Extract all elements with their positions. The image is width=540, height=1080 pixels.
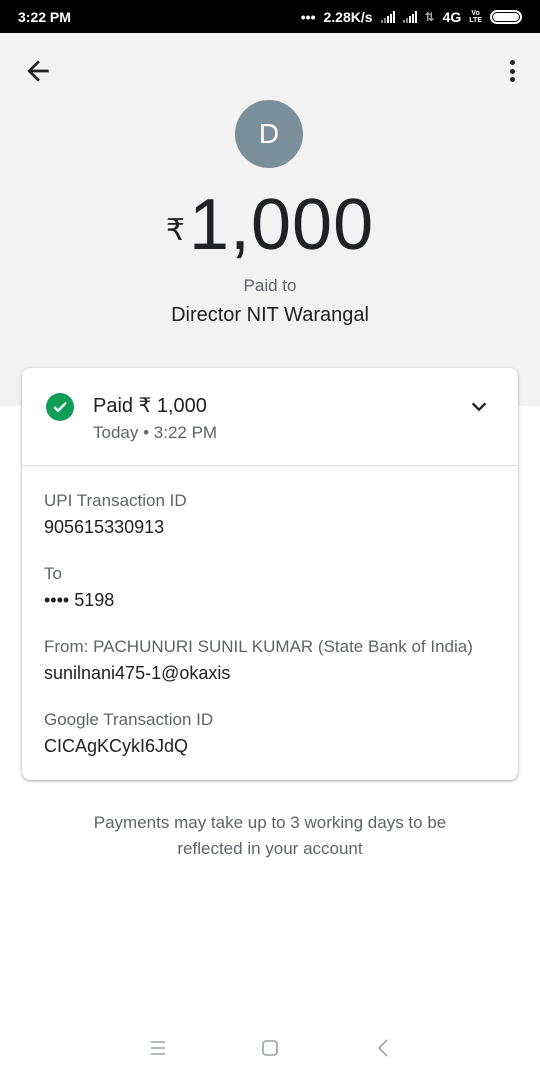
avatar: D <box>235 100 303 168</box>
processing-note: Payments may take up to 3 working days t… <box>0 810 540 862</box>
upi-transaction-id: UPI Transaction ID 905615330913 <box>44 490 187 539</box>
back-chevron-icon[interactable] <box>372 1036 396 1060</box>
field-label: To <box>44 564 62 583</box>
menu-icon[interactable] <box>146 1036 170 1060</box>
transaction-details-card: Paid ₹ 1,000 Today • 3:22 PM UPI Transac… <box>22 368 518 780</box>
signal-icon <box>402 10 417 23</box>
from-account: From: PACHUNURI SUNIL KUMAR (State Bank … <box>44 636 473 685</box>
to-account: To •••• 5198 <box>44 563 114 612</box>
field-value: •••• 5198 <box>44 590 115 610</box>
payment-header: D ₹ 1,000 Paid to Director NIT Warangal <box>0 33 540 406</box>
field-label: UPI Transaction ID <box>44 491 187 510</box>
payee-name: Director NIT Warangal <box>171 304 369 326</box>
paid-to-label: Paid to <box>243 276 297 295</box>
field-label: From: PACHUNURI SUNIL KUMAR (State Bank … <box>44 637 473 656</box>
google-transaction-id: Google Transaction ID CICAgKCykI6JdQ <box>44 709 213 758</box>
check-circle-icon <box>46 393 74 421</box>
amount: ₹ 1,000 <box>0 183 540 267</box>
battery-icon <box>490 9 522 24</box>
note-line-2: reflected in your account <box>177 839 363 858</box>
chevron-down-icon[interactable] <box>468 396 490 418</box>
home-square-icon[interactable] <box>258 1036 282 1060</box>
back-arrow-icon <box>27 60 49 82</box>
status-time: Today • 3:22 PM <box>93 423 218 442</box>
signal-icon <box>380 10 395 23</box>
status-title: Paid ₹ 1,000 <box>93 395 207 417</box>
network-type: 4G <box>442 8 462 25</box>
more-vert-icon <box>509 60 515 65</box>
field-value: CICAgKCykI6JdQ <box>44 736 189 756</box>
currency-symbol: ₹ <box>165 214 185 247</box>
note-line-1: Payments may take up to 3 working days t… <box>93 813 447 832</box>
back-button[interactable] <box>22 55 54 87</box>
amount-value: 1,000 <box>188 185 375 265</box>
data-arrows-icon: ⇅ <box>424 9 435 24</box>
field-value: 905615330913 <box>44 517 165 537</box>
status-time: 3:22 PM <box>18 8 71 25</box>
system-nav-bar <box>0 1020 540 1080</box>
status-indicators: ••• 2.28K/s ⇅ 4G Vo LTE <box>301 9 522 25</box>
net-speed: 2.28K/s <box>323 8 373 25</box>
field-value: sunilnani475-1@okaxis <box>44 663 231 683</box>
avatar-letter: D <box>258 118 280 149</box>
field-label: Google Transaction ID <box>44 710 214 729</box>
status-bar: 3:22 PM ••• 2.28K/s ⇅ 4G Vo LTE <box>0 0 540 33</box>
volte-icon: Vo LTE <box>469 10 482 24</box>
volte-top: Vo <box>471 9 480 17</box>
status-summary[interactable]: Paid ₹ 1,000 Today • 3:22 PM <box>22 368 518 466</box>
volte-bottom: LTE <box>469 16 482 24</box>
more-dots-icon: ••• <box>300 8 316 25</box>
more-options-button[interactable] <box>506 57 518 85</box>
